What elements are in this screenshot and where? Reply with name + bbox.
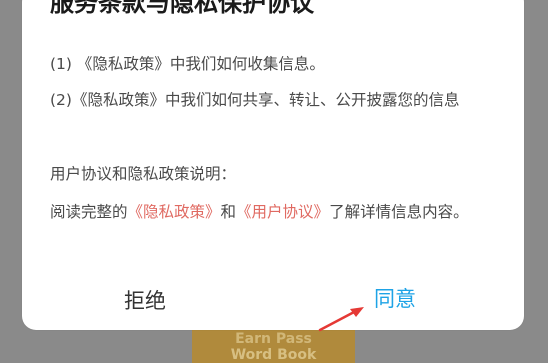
reject-button[interactable]: 拒绝 bbox=[124, 288, 166, 314]
agree-button[interactable]: 同意 bbox=[374, 286, 416, 312]
section-heading: 用户协议和隐私政策说明： bbox=[50, 165, 237, 183]
dialog-title: 服务条款与隐私保护协议 bbox=[50, 0, 314, 17]
read-full-text: 阅读完整的《隐私政策》和《用户协议》了解详情信息内容。 bbox=[50, 202, 500, 223]
privacy-policy-link[interactable]: 《隐私政策》 bbox=[128, 203, 221, 221]
and-text: 和 bbox=[220, 203, 237, 221]
user-agreement-link[interactable]: 《用户协议》 bbox=[236, 203, 329, 221]
read-suffix: 了解详情信息内容。 bbox=[329, 203, 469, 221]
privacy-dialog: 服务条款与隐私保护协议 (1) 《隐私政策》中我们如何收集信息。 (2)《隐私政… bbox=[22, 0, 524, 330]
red-arrow-annotation bbox=[318, 307, 364, 332]
read-prefix: 阅读完整的 bbox=[50, 203, 128, 221]
privacy-item-share: (2)《隐私政策》中我们如何共享、转让、公开披露您的信息 bbox=[50, 91, 460, 109]
background-banner-line2: Word Book bbox=[230, 347, 317, 363]
privacy-item-collect: (1) 《隐私政策》中我们如何收集信息。 bbox=[50, 55, 325, 73]
